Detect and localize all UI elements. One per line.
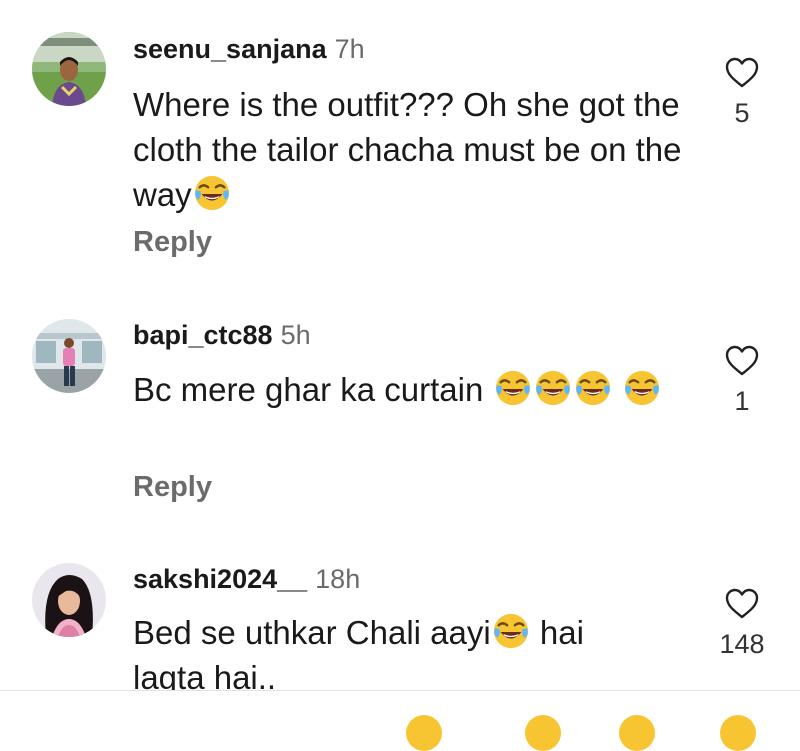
comment-text: Bc mere ghar ka curtain [133,367,693,412]
face-with-tears-of-joy-emoji[interactable] [406,715,442,751]
avatar[interactable] [32,319,106,393]
comment-text: Bed se uthkar Chali aayi hai lagta hai.. [133,610,653,700]
heart-outline-icon[interactable] [725,57,759,89]
comment-meta: bapi_ctc88 5h [133,320,311,351]
face-with-tears-of-joy-emoji [574,369,612,407]
heart-outline-icon[interactable] [725,588,759,620]
face-with-tears-of-joy-emoji[interactable] [525,715,561,751]
face-with-tears-of-joy-emoji [193,174,231,212]
like-count: 5 [734,98,750,128]
face-with-tears-of-joy-emoji [492,612,530,650]
like-count: 148 [719,629,765,659]
comment-text-part: Bc mere ghar ka curtain [133,371,493,408]
timestamp: 7h [334,34,365,64]
face-with-tears-of-joy-emoji [494,369,532,407]
comment-text: Where is the outfit??? Oh she got the cl… [133,82,693,217]
avatar[interactable] [32,32,106,106]
face-with-tears-of-joy-emoji [534,369,572,407]
timestamp: 18h [315,564,361,594]
heart-outline-icon[interactable] [725,345,759,377]
avatar[interactable] [32,563,106,637]
timestamp: 5h [280,320,311,350]
face-with-tears-of-joy-emoji[interactable] [619,715,655,751]
reply-button[interactable]: Reply [133,471,212,504]
username[interactable]: bapi_ctc88 [133,320,273,350]
comment-meta: sakshi2024__ 18h [133,564,360,595]
like-count: 1 [734,386,750,416]
emoji-quick-bar [0,690,800,751]
like-group: 1 [712,345,772,417]
reply-button[interactable]: Reply [133,226,212,259]
username[interactable]: seenu_sanjana [133,34,327,64]
like-group: 5 [712,57,772,129]
comment-meta: seenu_sanjana 7h [133,34,365,65]
face-with-tears-of-joy-emoji[interactable] [720,715,756,751]
like-group: 148 [712,588,772,660]
username[interactable]: sakshi2024__ [133,564,307,594]
comment-text-part: Bed se uthkar Chali aayi [133,614,491,651]
face-with-tears-of-joy-emoji [623,369,661,407]
